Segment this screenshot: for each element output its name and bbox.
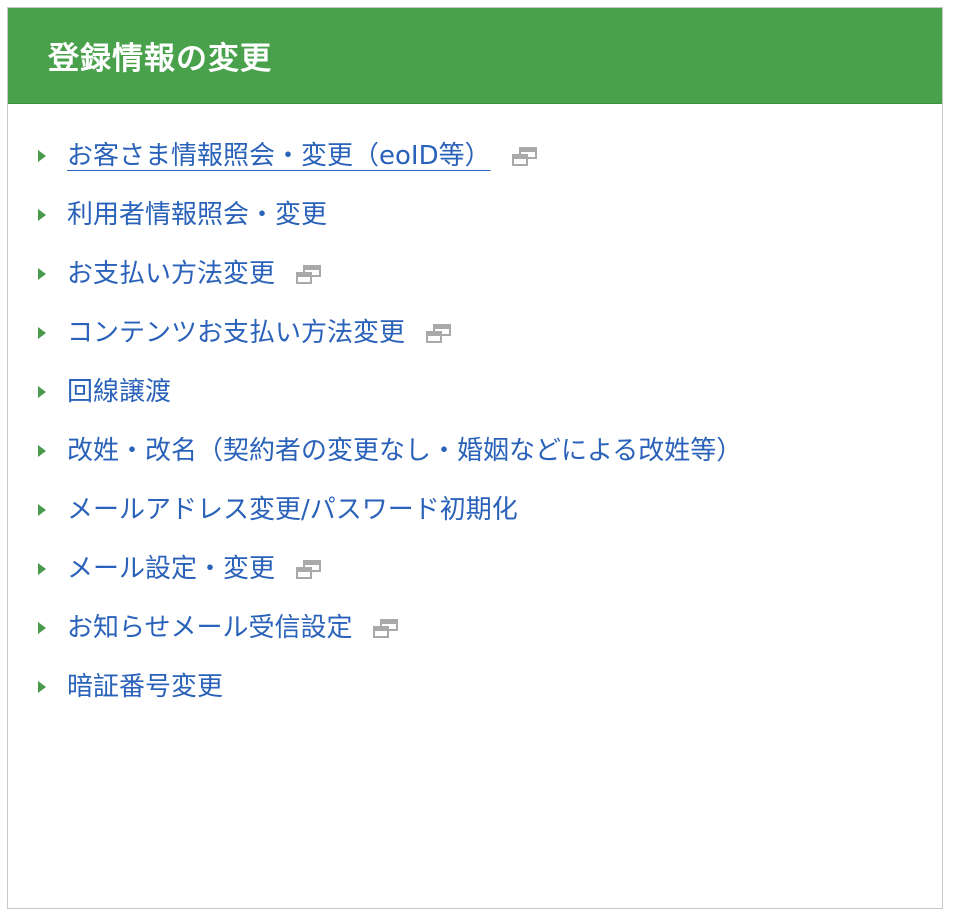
panel-title: 登録情報の変更 [48, 41, 272, 77]
list-item: メールアドレス変更/パスワード初期化 [8, 492, 942, 551]
user-info-link[interactable]: 利用者情報照会・変更 [67, 197, 327, 233]
notification-mail-settings-link[interactable]: お知らせメール受信設定 [67, 610, 352, 646]
pin-change-link[interactable]: 暗証番号変更 [67, 669, 223, 705]
name-change-link[interactable]: 改姓・改名（契約者の変更なし・婚姻などによる改姓等） [67, 433, 742, 469]
list-item: お支払い方法変更 [8, 256, 942, 315]
email-address-change-link[interactable]: メールアドレス変更/パスワード初期化 [67, 492, 518, 528]
line-transfer-link[interactable]: 回線譲渡 [67, 374, 171, 410]
list-item: コンテンツお支払い方法変更 [8, 315, 942, 374]
bullet-arrow-icon [38, 268, 46, 280]
bullet-arrow-icon [38, 622, 46, 634]
new-window-icon [295, 264, 327, 286]
new-window-icon [295, 559, 327, 581]
bullet-arrow-icon [38, 504, 46, 516]
mail-settings-link[interactable]: メール設定・変更 [67, 551, 275, 587]
bullet-arrow-icon [38, 681, 46, 693]
panel-header: 登録情報の変更 [8, 8, 942, 104]
payment-method-link[interactable]: お支払い方法変更 [67, 256, 275, 292]
list-item: お知らせメール受信設定 [8, 610, 942, 669]
bullet-arrow-icon [38, 445, 46, 457]
list-item: 回線譲渡 [8, 374, 942, 433]
new-window-icon [372, 618, 404, 640]
list-item: メール設定・変更 [8, 551, 942, 610]
list-item: 暗証番号変更 [8, 669, 942, 728]
new-window-icon [425, 323, 457, 345]
registration-info-panel: 登録情報の変更 お客さま情報照会・変更（eoID等） 利用者情報照会・変更 お支… [7, 7, 943, 909]
list-item: 改姓・改名（契約者の変更なし・婚姻などによる改姓等） [8, 433, 942, 492]
bullet-arrow-icon [38, 563, 46, 575]
list-item: 利用者情報照会・変更 [8, 197, 942, 256]
bullet-arrow-icon [38, 150, 46, 162]
customer-info-link[interactable]: お客さま情報照会・変更（eoID等） [67, 138, 491, 174]
bullet-arrow-icon [38, 209, 46, 221]
bullet-arrow-icon [38, 386, 46, 398]
content-payment-method-link[interactable]: コンテンツお支払い方法変更 [67, 315, 405, 351]
link-list: お客さま情報照会・変更（eoID等） 利用者情報照会・変更 お支払い方法変更 コ… [8, 104, 942, 728]
new-window-icon [511, 146, 543, 168]
list-item: お客さま情報照会・変更（eoID等） [8, 138, 942, 197]
bullet-arrow-icon [38, 327, 46, 339]
